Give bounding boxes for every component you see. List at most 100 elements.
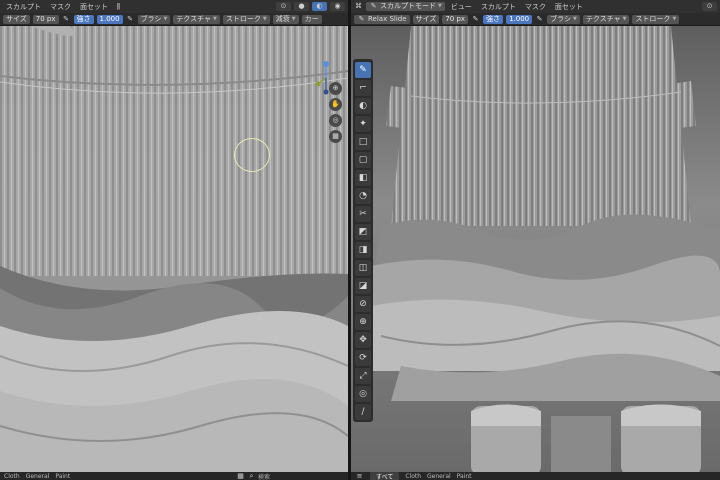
z-axis-icon bbox=[323, 61, 329, 67]
chevron-down-icon: ▼ bbox=[438, 3, 442, 9]
mode-label: スカルプトモード bbox=[380, 2, 436, 10]
pinch-tool[interactable]: ✂ bbox=[355, 206, 371, 222]
inflate-tool[interactable]: ◐ bbox=[355, 98, 371, 114]
brush-dropdown[interactable]: ブラシ ▼ bbox=[137, 14, 171, 24]
overlay-icon: ⊙ bbox=[280, 2, 287, 10]
strength-input[interactable]: 1.000 bbox=[96, 14, 123, 24]
left-3d-viewport[interactable]: ⊕ ✋ ◎ ▦ bbox=[0, 26, 348, 472]
size-input[interactable]: 70 px bbox=[442, 14, 469, 24]
menu-mask[interactable]: マスク bbox=[522, 2, 549, 12]
menu-sculpt[interactable]: スカルプト bbox=[3, 2, 44, 12]
size-label: サイズ bbox=[412, 14, 440, 24]
pressure-icon-2[interactable]: ✎ bbox=[126, 15, 135, 24]
camera-icon[interactable]: ◎ bbox=[329, 114, 342, 127]
left-tool-settings: サイズ 70 px ✎ 強さ 1.000 ✎ ブラシ ▼ テクスチャ ▼ ストローク… bbox=[0, 13, 348, 26]
mode-dropdown[interactable]: ✎ スカルプトモード ▼ bbox=[366, 2, 445, 11]
left-header-menu: スカルプト マスク 面セット ǁ ⊙ ● ◐ ◉ bbox=[0, 0, 348, 13]
tab-paint[interactable]: Paint bbox=[457, 473, 472, 480]
thumb-tool[interactable]: ◫ bbox=[355, 260, 371, 276]
menu-icon[interactable]: ≡ bbox=[355, 472, 364, 480]
editor-type-icon[interactable]: ⌘ bbox=[354, 2, 363, 11]
tab-paint[interactable]: Paint bbox=[55, 473, 70, 480]
strength-label: 強さ bbox=[73, 14, 94, 24]
tab-general[interactable]: General bbox=[427, 473, 451, 480]
flatten-tool[interactable]: ▢ bbox=[355, 152, 371, 168]
grid-icon[interactable]: ▦ bbox=[329, 130, 342, 143]
overlay-toggle[interactable]: ⊙ bbox=[702, 2, 717, 11]
chevron-down-icon: ▼ bbox=[213, 15, 217, 22]
sculpt-toolbar: ✎ ⌐ ◐ ✦ □ ▢ ◧ ◔ ✂ ◩ ◨ ◫ ◪ ⊘ ⊕ ✥ ⟳ ⤢ ◎ ∕ bbox=[353, 59, 373, 422]
brush-label: ブラシ bbox=[550, 14, 571, 23]
stroke-label: ストローク bbox=[635, 14, 671, 23]
cursor-dropdown[interactable]: カー bbox=[301, 14, 322, 24]
chevron-down-icon: ▼ bbox=[572, 15, 577, 22]
tab-general[interactable]: General bbox=[26, 473, 50, 480]
crease-tool[interactable]: ✦ bbox=[355, 116, 371, 132]
tab-cloth[interactable]: Cloth bbox=[405, 473, 421, 480]
center-search-bar[interactable]: ▦ ⌕ 検索 bbox=[232, 471, 275, 480]
stroke-dropdown[interactable]: ストローク ▼ bbox=[222, 14, 270, 24]
chevron-down-icon: ▼ bbox=[291, 15, 296, 22]
tab-cloth[interactable]: Cloth bbox=[4, 473, 20, 480]
rotate-tool-icon[interactable]: ⟳ bbox=[355, 350, 371, 366]
scale-tool-icon[interactable]: ⤢ bbox=[355, 368, 371, 384]
brush-selector[interactable]: ✎ Relax Slide bbox=[354, 14, 410, 24]
overlay-toggle[interactable]: ⊙ bbox=[276, 2, 291, 11]
menu-sculpt[interactable]: スカルプト bbox=[478, 2, 519, 12]
cursor-label: カー bbox=[304, 14, 319, 23]
falloff-label: 減衰 bbox=[275, 14, 290, 23]
search-icon: ⌕ bbox=[249, 471, 254, 480]
mask-tool[interactable]: ⊘ bbox=[355, 296, 371, 312]
layer-tool[interactable]: □ bbox=[355, 134, 371, 150]
skirt-render-left bbox=[0, 26, 348, 472]
menu-mask[interactable]: マスク bbox=[47, 2, 74, 12]
annotate-tool-icon[interactable]: ∕ bbox=[355, 404, 371, 420]
transform-tool-icon[interactable]: ◎ bbox=[355, 386, 371, 402]
sculpt-mode-icon: ✎ bbox=[370, 2, 377, 10]
menu-view[interactable]: ビュー bbox=[448, 2, 475, 12]
sphere-icon: ● bbox=[298, 2, 305, 10]
shading-solid-button[interactable]: ● bbox=[294, 2, 309, 11]
falloff-dropdown[interactable]: 減衰 ▼ bbox=[272, 14, 299, 24]
left-footer-tabs: Cloth General Paint bbox=[0, 472, 348, 480]
brush-name: Relax Slide bbox=[368, 14, 407, 23]
grab-tool[interactable]: ◩ bbox=[355, 224, 371, 240]
brush-label: ブラシ bbox=[140, 14, 162, 23]
zoom-icon[interactable]: ⊕ bbox=[329, 82, 342, 95]
texture-dropdown[interactable]: テクスチャ ▼ bbox=[582, 14, 630, 24]
chevron-down-icon: ▼ bbox=[672, 15, 677, 22]
shading-active-button[interactable]: ◐ bbox=[312, 2, 327, 11]
texture-label: テクスチャ bbox=[585, 14, 621, 23]
pressure-icon[interactable]: ✎ bbox=[62, 15, 71, 24]
brush-dropdown[interactable]: ブラシ ▼ bbox=[547, 14, 580, 24]
snake-hook-tool[interactable]: ◨ bbox=[355, 242, 371, 258]
fill-tool[interactable]: ◧ bbox=[355, 170, 371, 186]
shading-material-button[interactable]: ◉ bbox=[330, 2, 345, 11]
strength-input[interactable]: 1.000 bbox=[506, 14, 533, 24]
hand-pan-icon[interactable]: ✋ bbox=[329, 98, 342, 111]
right-header-menu: ⌘ ✎ スカルプトモード ▼ ビュー スカルプト マスク 面セット ⊙ bbox=[351, 0, 720, 13]
pressure-icon-2[interactable]: ✎ bbox=[535, 15, 544, 24]
move-tool-icon[interactable]: ✥ bbox=[355, 332, 371, 348]
chevron-down-icon: ▼ bbox=[622, 15, 627, 22]
clay-tool[interactable]: ⌐ bbox=[355, 80, 371, 96]
navigation-gizmo[interactable] bbox=[314, 58, 338, 102]
symmetry-icon[interactable]: ǁ bbox=[114, 2, 123, 11]
pressure-icon[interactable]: ✎ bbox=[471, 15, 480, 24]
search-placeholder: 検索 bbox=[258, 473, 271, 480]
texture-label: テクスチャ bbox=[176, 14, 212, 23]
tab-all[interactable]: すべて bbox=[370, 471, 400, 480]
strength-label: 強さ bbox=[483, 14, 504, 24]
size-input[interactable]: 70 px bbox=[32, 14, 59, 24]
scrape-tool[interactable]: ◔ bbox=[355, 188, 371, 204]
menu-face-sets[interactable]: 面セット bbox=[77, 2, 111, 12]
stroke-dropdown[interactable]: ストローク ▼ bbox=[632, 14, 680, 24]
menu-face-sets[interactable]: 面セット bbox=[552, 2, 586, 12]
draw-brush-tool[interactable]: ✎ bbox=[355, 62, 371, 78]
texture-dropdown[interactable]: テクスチャ ▼ bbox=[173, 14, 220, 24]
zoom-tool-icon[interactable]: ⊕ bbox=[355, 314, 371, 330]
pose-tool[interactable]: ◪ bbox=[355, 278, 371, 294]
grid-select-icon[interactable]: ▦ bbox=[236, 472, 245, 480]
brush-icon: ✎ bbox=[358, 14, 365, 23]
right-3d-viewport[interactable]: ✎ ⌐ ◐ ✦ □ ▢ ◧ ◔ ✂ ◩ ◨ ◫ ◪ ⊘ ⊕ ✥ ⟳ ⤢ ◎ ∕ bbox=[351, 26, 720, 472]
